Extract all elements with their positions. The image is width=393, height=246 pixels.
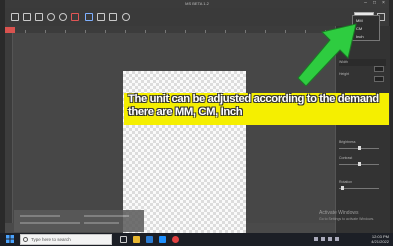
canvas-area[interactable] bbox=[13, 33, 338, 246]
title-bar: MS BETA 1.2 – □ × bbox=[5, 0, 389, 8]
screen: MS BETA 1.2 – □ × MM bbox=[0, 0, 393, 246]
new-file-icon[interactable] bbox=[11, 13, 19, 21]
align-icon[interactable] bbox=[97, 13, 105, 21]
window-controls: – □ × bbox=[363, 1, 386, 6]
system-tray bbox=[314, 237, 354, 242]
contrast-knob[interactable] bbox=[358, 162, 361, 166]
layer-panel bbox=[14, 210, 144, 232]
grid-icon[interactable] bbox=[85, 13, 93, 21]
windows-start-icon[interactable] bbox=[6, 235, 14, 243]
battery-icon[interactable] bbox=[328, 237, 332, 241]
ruler-vertical bbox=[5, 33, 13, 223]
brightness-label: Brightness bbox=[339, 140, 356, 144]
network-icon[interactable] bbox=[314, 237, 318, 241]
close-icon[interactable]: × bbox=[381, 1, 386, 6]
search-icon bbox=[23, 237, 28, 242]
volume-icon[interactable] bbox=[321, 237, 325, 241]
undo-icon[interactable] bbox=[47, 13, 55, 21]
window-title: MS BETA 1.2 bbox=[185, 1, 209, 6]
open-icon[interactable] bbox=[23, 13, 31, 21]
settings-icon[interactable] bbox=[122, 13, 130, 21]
caption-line-2: there are MM, CM, Inch bbox=[128, 106, 243, 118]
taskbar-search[interactable]: Type here to search bbox=[20, 234, 112, 245]
file-explorer-icon[interactable] bbox=[133, 236, 140, 243]
task-view-icon[interactable] bbox=[120, 236, 127, 243]
language-icon[interactable] bbox=[335, 237, 339, 241]
height-field[interactable] bbox=[374, 76, 384, 82]
annotation-arrow-icon bbox=[297, 23, 357, 86]
clock-date: 4/21/2022 bbox=[371, 238, 389, 244]
rotation-label: Rotation bbox=[339, 180, 353, 184]
redo-icon[interactable] bbox=[59, 13, 67, 21]
width-field[interactable] bbox=[374, 66, 384, 72]
caption: The unit can be adjusted according to th… bbox=[128, 93, 393, 119]
mail-icon[interactable] bbox=[159, 236, 166, 243]
save-icon[interactable] bbox=[35, 13, 43, 21]
maximize-icon[interactable]: □ bbox=[372, 1, 377, 6]
taskbar: Type here to search 12:03 PM 4/21/2022 bbox=[0, 233, 393, 246]
minimize-icon[interactable]: – bbox=[363, 1, 368, 6]
crop-icon[interactable] bbox=[109, 13, 117, 21]
activate-windows-watermark: Activate Windows Go to Settings to activ… bbox=[319, 210, 374, 222]
brush-icon[interactable] bbox=[71, 13, 79, 21]
watermark-subtitle: Go to Settings to activate Windows. bbox=[319, 217, 375, 221]
rotation-knob[interactable] bbox=[341, 186, 344, 190]
app-icon[interactable] bbox=[172, 236, 179, 243]
search-placeholder: Type here to search bbox=[31, 237, 71, 242]
rotation-slider[interactable] bbox=[339, 188, 379, 189]
clock[interactable]: 12:03 PM 4/21/2022 bbox=[371, 234, 389, 244]
contrast-label: Contrast bbox=[339, 156, 353, 160]
brightness-knob[interactable] bbox=[358, 146, 361, 150]
caption-line-1: The unit can be adjusted according to th… bbox=[128, 93, 379, 105]
store-icon[interactable] bbox=[146, 236, 153, 243]
